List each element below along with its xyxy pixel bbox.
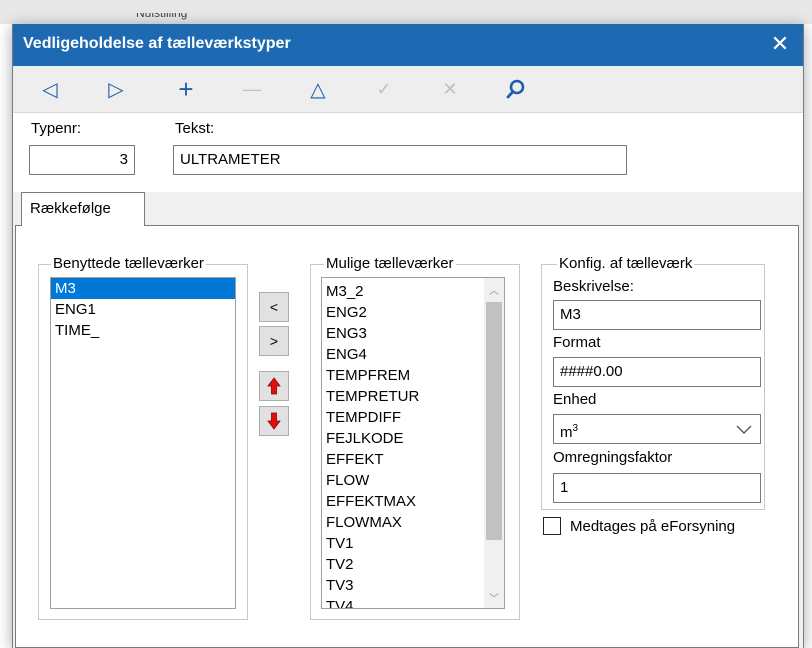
next-icon: ▷ xyxy=(108,78,124,101)
minus-icon: — xyxy=(243,78,261,99)
list-item[interactable]: ENG3 xyxy=(322,323,504,344)
list-item[interactable]: TEMPDIFF xyxy=(322,407,504,428)
beskrivelse-label: Beskrivelse: xyxy=(553,278,634,295)
arrow-down-icon xyxy=(267,412,281,430)
move-right-button[interactable]: > xyxy=(259,326,289,356)
list-item[interactable]: FEJLKODE xyxy=(322,428,504,449)
list-item[interactable]: ENG1 xyxy=(51,299,235,320)
list-item[interactable]: EFFEKTMAX xyxy=(322,491,504,512)
enhed-value: m xyxy=(560,424,573,441)
arrow-up-icon xyxy=(267,377,281,395)
scroll-down-icon[interactable]: ﹀ xyxy=(489,590,499,605)
used-meters-title: Benyttede tælleværker xyxy=(51,255,206,272)
previous-record-button[interactable]: ◁ xyxy=(35,74,65,104)
add-record-button[interactable]: + xyxy=(171,74,201,104)
previous-icon: ◁ xyxy=(42,78,58,101)
typenr-field[interactable]: 3 xyxy=(29,145,135,175)
less-than-icon: < xyxy=(269,299,279,315)
triangle-icon: △ xyxy=(310,78,326,101)
scroll-thumb[interactable] xyxy=(486,302,502,540)
move-left-button[interactable]: < xyxy=(259,292,289,322)
move-up-button[interactable] xyxy=(259,371,289,401)
search-button[interactable] xyxy=(501,74,531,104)
dialog-window: Vedligeholdelse af tælleværkstyper ✕ ◁ ▷… xyxy=(12,24,804,648)
beskrivelse-field[interactable]: M3 xyxy=(553,300,761,330)
close-button[interactable]: ✕ xyxy=(767,31,793,57)
background-text: Nulstilling xyxy=(136,6,188,20)
x-icon: ✕ xyxy=(442,78,458,99)
format-label: Format xyxy=(553,334,601,351)
greater-than-icon: > xyxy=(269,333,279,349)
omregningsfaktor-field[interactable]: 1 xyxy=(553,473,761,503)
delete-record-button[interactable]: — xyxy=(237,74,267,104)
enhed-superscript: 3 xyxy=(572,423,579,434)
list-item[interactable]: TV4 xyxy=(322,596,504,608)
eforsyning-label: Medtages på eForsyning xyxy=(570,518,736,535)
list-item[interactable]: M3_2 xyxy=(322,281,504,302)
list-item[interactable]: FLOW xyxy=(322,470,504,491)
toolbar: ◁ ▷ + — △ ✓ ✕ xyxy=(13,66,803,113)
move-down-button[interactable] xyxy=(259,406,289,436)
used-meters-list[interactable]: M3 ENG1 TIME_ xyxy=(50,277,236,609)
edit-record-button[interactable]: △ xyxy=(303,74,333,104)
confirm-button[interactable]: ✓ xyxy=(369,74,399,104)
window-title: Vedligeholdelse af tælleværkstyper xyxy=(23,35,291,52)
config-title: Konfig. af tælleværk xyxy=(557,255,695,272)
list-item[interactable]: TEMPRETUR xyxy=(322,386,504,407)
plus-icon: + xyxy=(178,73,194,104)
list-item[interactable]: EFFEKT xyxy=(322,449,504,470)
typenr-label: Typenr: xyxy=(31,120,82,137)
check-icon: ✓ xyxy=(376,78,392,99)
list-item[interactable]: ENG4 xyxy=(322,344,504,365)
tab-raekkefoelge[interactable]: Rækkefølge xyxy=(21,192,145,226)
list-item[interactable]: TV1 xyxy=(322,533,504,554)
scroll-up-icon[interactable]: ︿ xyxy=(489,282,499,297)
possible-meters-list[interactable]: M3_2 ENG2 ENG3 ENG4 TEMPFREM TEMPRETUR TEMPDIF… xyxy=(321,277,505,609)
search-icon xyxy=(506,79,525,99)
possible-meters-scrollbar[interactable]: ︿ ﹀ xyxy=(484,278,504,608)
list-item[interactable]: TEMPFREM xyxy=(322,365,504,386)
list-item[interactable]: M3 xyxy=(51,278,235,299)
cancel-button[interactable]: ✕ xyxy=(435,74,465,104)
background-window-strip: Nulstilling xyxy=(0,0,812,24)
next-record-button[interactable]: ▷ xyxy=(101,74,131,104)
tekst-label: Tekst: xyxy=(175,120,215,137)
format-field[interactable]: ####0.00 xyxy=(553,357,761,387)
list-item[interactable]: ENG2 xyxy=(322,302,504,323)
list-item[interactable]: TV3 xyxy=(322,575,504,596)
list-item[interactable]: TV2 xyxy=(322,554,504,575)
chevron-down-icon xyxy=(736,425,752,434)
enhed-label: Enhed xyxy=(553,391,597,408)
possible-meters-title: Mulige tælleværker xyxy=(324,255,456,272)
tekst-field[interactable]: ULTRAMETER xyxy=(173,145,627,175)
eforsyning-checkbox[interactable] xyxy=(543,517,561,535)
title-bar[interactable]: Vedligeholdelse af tælleværkstyper ✕ xyxy=(13,24,803,66)
enhed-select[interactable]: m3 xyxy=(553,414,761,444)
list-item[interactable]: FLOWMAX xyxy=(322,512,504,533)
list-item[interactable]: TIME_ xyxy=(51,320,235,341)
omregningsfaktor-label: Omregningsfaktor xyxy=(553,449,673,466)
